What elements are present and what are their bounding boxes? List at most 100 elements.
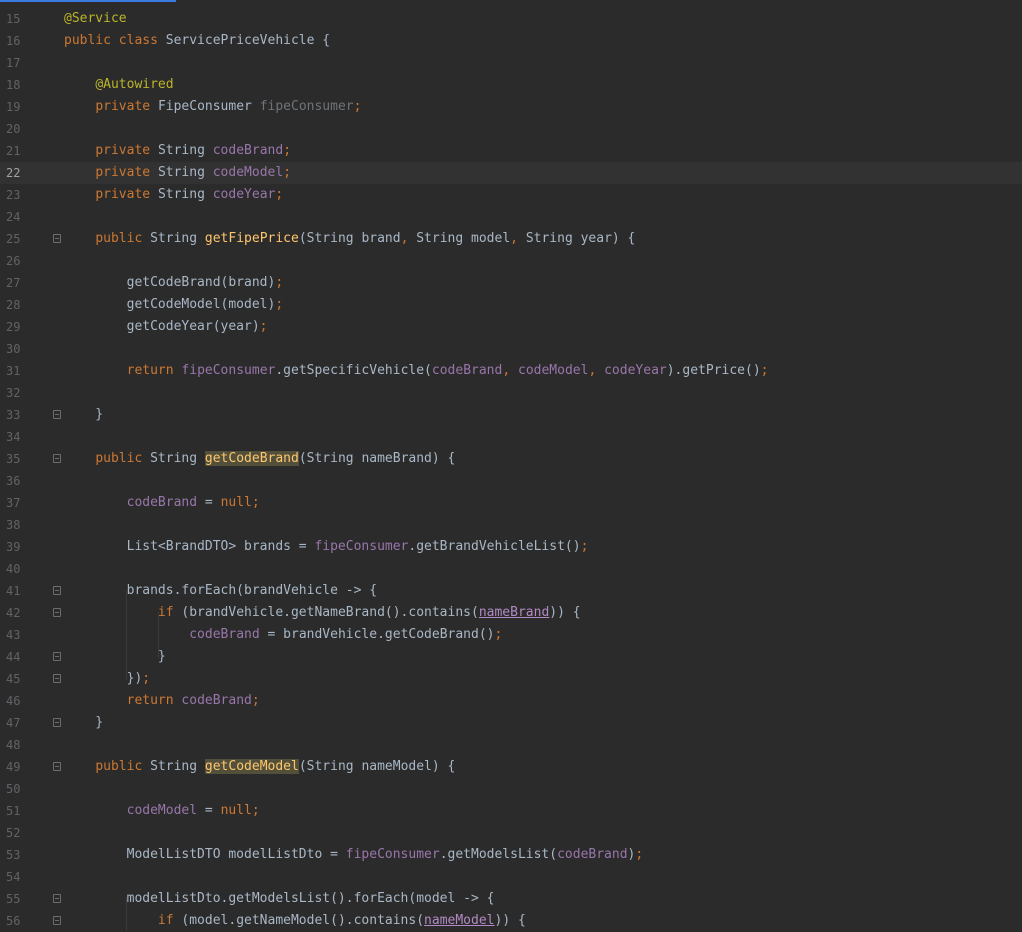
code-line[interactable]: 43 codeBrand = brandVehicle.getCodeBrand… (0, 624, 1022, 646)
code-text: codeBrand = null; (64, 492, 260, 514)
fold-toggle-icon[interactable] (53, 454, 61, 463)
code-token: .getModelsList( (439, 847, 558, 862)
code-line[interactable]: 55 modelListDto.getModelsList().forEach(… (0, 888, 1022, 910)
code-token: ModelListDTO modelListDto = (64, 847, 346, 862)
line-number: 56 (6, 914, 21, 928)
code-token: public class (64, 33, 166, 48)
code-token: ; (635, 847, 644, 862)
code-token: nameModel (424, 913, 495, 928)
code-text: @Service (64, 8, 127, 30)
code-token: = brandVehicle.getCodeBrand() (259, 627, 495, 642)
code-line[interactable]: 38 (0, 514, 1022, 536)
code-token: ; (760, 363, 769, 378)
code-line[interactable]: 20 (0, 118, 1022, 140)
code-line[interactable]: 27 getCodeBrand(brand); (0, 272, 1022, 294)
code-token: getCodeModel(model) (64, 297, 276, 312)
code-token: getCodeBrand(brand) (64, 275, 276, 290)
code-line[interactable]: 54 (0, 866, 1022, 888)
code-text: private String codeBrand; (64, 140, 291, 162)
line-number: 22 (6, 166, 21, 180)
fold-toggle-icon[interactable] (53, 916, 61, 925)
fold-toggle-icon[interactable] (53, 674, 61, 683)
code-line[interactable]: 49 public String getCodeModel(String nam… (0, 756, 1022, 778)
line-number: 25 (6, 232, 21, 246)
code-line[interactable]: 41 brands.forEach(brandVehicle -> { (0, 580, 1022, 602)
code-text: getCodeModel(model); (64, 294, 284, 316)
code-editor[interactable]: 15 @Service 16 public class ServicePriceVeh… (0, 8, 1022, 932)
code-line[interactable]: 32 (0, 382, 1022, 404)
fold-toggle-icon[interactable] (53, 608, 61, 617)
line-number: 45 (6, 672, 21, 686)
code-line[interactable]: 16 public class ServicePriceVehicle { (0, 30, 1022, 52)
fold-toggle-icon[interactable] (53, 652, 61, 661)
code-line[interactable]: 19 private FipeConsumer fipeConsumer; (0, 96, 1022, 118)
code-line[interactable]: 37 codeBrand = null; (0, 492, 1022, 514)
code-text: modelListDto.getModelsList().forEach(mod… (64, 888, 495, 910)
line-number: 54 (6, 870, 21, 884)
line-number: 42 (6, 606, 21, 620)
code-line[interactable]: 51 codeModel = null; (0, 800, 1022, 822)
code-token: null; (220, 495, 260, 510)
line-number: 48 (6, 738, 21, 752)
code-line[interactable]: 22 private String codeModel; (0, 162, 1022, 184)
code-line[interactable]: 56 if (model.getNameModel().contains(nam… (0, 910, 1022, 932)
code-line[interactable]: 25 public String getFipePrice(String bra… (0, 228, 1022, 250)
code-line[interactable]: 29 getCodeYear(year); (0, 316, 1022, 338)
fold-toggle-icon[interactable] (53, 410, 61, 419)
code-line[interactable]: 28 getCodeModel(model); (0, 294, 1022, 316)
code-token: codeBrand (212, 143, 284, 158)
code-line[interactable]: 23 private String codeYear; (0, 184, 1022, 206)
code-line[interactable]: 42 if (brandVehicle.getNameBrand().conta… (0, 602, 1022, 624)
fold-toggle-icon[interactable] (53, 718, 61, 727)
line-number: 35 (6, 452, 21, 466)
code-text: ModelListDTO modelListDto = fipeConsumer… (64, 844, 644, 866)
code-line[interactable]: 46 return codeBrand; (0, 690, 1022, 712)
fold-toggle-icon[interactable] (53, 894, 61, 903)
code-text: codeBrand = brandVehicle.getCodeBrand(); (64, 624, 502, 646)
code-token: modelListDto.getModelsList().forEach(mod… (64, 891, 495, 906)
line-number: 27 (6, 276, 21, 290)
code-token: return (126, 693, 182, 708)
code-token: return (126, 363, 182, 378)
line-number: 49 (6, 760, 21, 774)
code-text: if (brandVehicle.getNameBrand().contains… (64, 602, 581, 624)
code-token: } (64, 715, 104, 730)
code-line[interactable]: 30 (0, 338, 1022, 360)
code-line[interactable]: 52 (0, 822, 1022, 844)
code-line[interactable]: 15 @Service (0, 8, 1022, 30)
code-token: ; (494, 627, 503, 642)
fold-toggle-icon[interactable] (53, 586, 61, 595)
code-line[interactable]: 45 }); (0, 668, 1022, 690)
code-line[interactable]: 39 List<BrandDTO> brands = fipeConsumer.… (0, 536, 1022, 558)
code-line[interactable]: 34 (0, 426, 1022, 448)
code-line[interactable]: 17 (0, 52, 1022, 74)
code-token: fipeConsumer (181, 363, 276, 378)
fold-toggle-icon[interactable] (53, 762, 61, 771)
code-token: codeYear (212, 187, 276, 202)
code-line[interactable]: 53 ModelListDTO modelListDto = fipeConsu… (0, 844, 1022, 866)
code-line[interactable]: 33 } (0, 404, 1022, 426)
code-line[interactable]: 35 public String getCodeBrand(String nam… (0, 448, 1022, 470)
code-line[interactable]: 26 (0, 250, 1022, 272)
code-line[interactable]: 36 (0, 470, 1022, 492)
code-line[interactable]: 50 (0, 778, 1022, 800)
code-token: codeBrand (557, 847, 628, 862)
code-line[interactable]: 44 } (0, 646, 1022, 668)
code-line[interactable]: 24 (0, 206, 1022, 228)
code-line[interactable]: 40 (0, 558, 1022, 580)
fold-toggle-icon[interactable] (53, 234, 61, 243)
code-line[interactable]: 47 } (0, 712, 1022, 734)
code-line[interactable]: 31 return fipeConsumer.getSpecificVehicl… (0, 360, 1022, 382)
code-text: public class ServicePriceVehicle { (64, 30, 330, 52)
line-number: 50 (6, 782, 21, 796)
code-token: private (95, 187, 158, 202)
code-line[interactable]: 21 private String codeBrand; (0, 140, 1022, 162)
code-token: String (157, 187, 213, 202)
line-number: 51 (6, 804, 21, 818)
code-line[interactable]: 18 @Autowired (0, 74, 1022, 96)
code-line[interactable]: 48 (0, 734, 1022, 756)
code-token: if (157, 605, 182, 620)
